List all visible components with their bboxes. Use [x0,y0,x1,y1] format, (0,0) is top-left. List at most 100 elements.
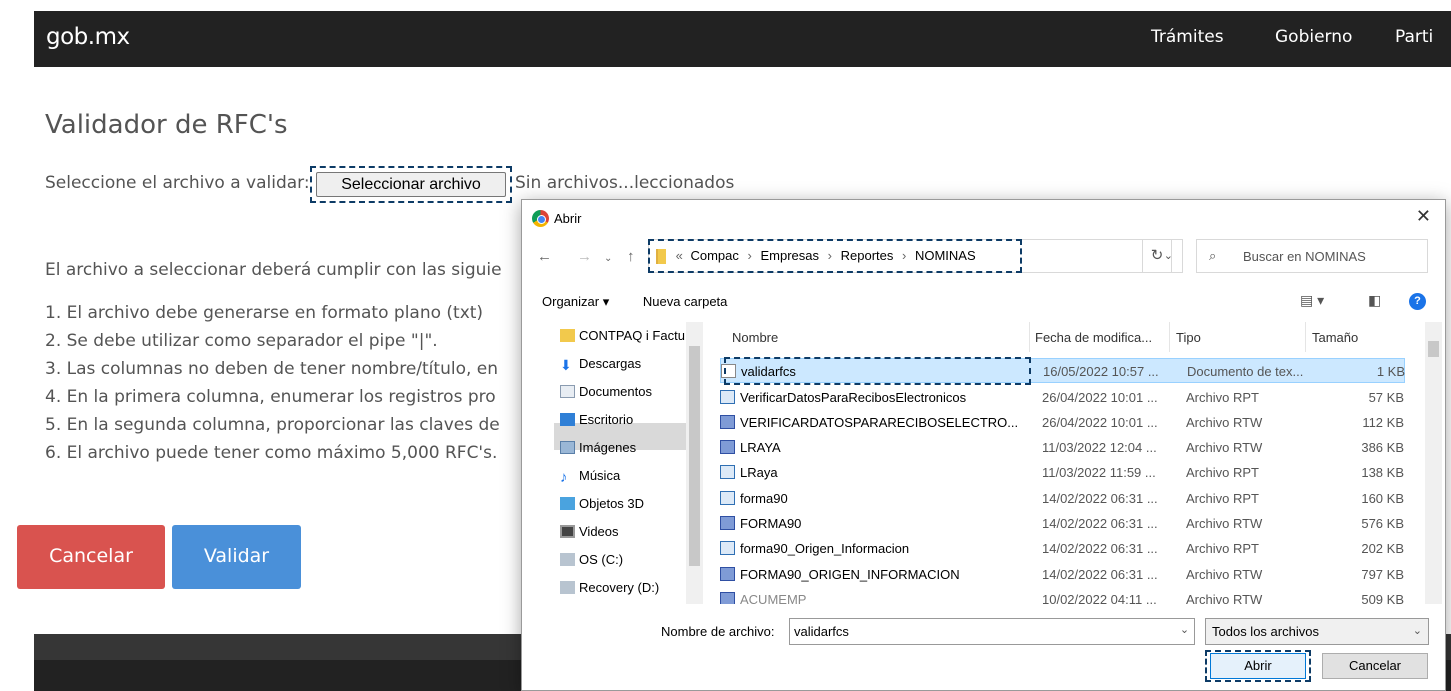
requirement-4: 4. En la primera columna, enumerar los r… [45,387,496,407]
documents-icon [560,385,575,398]
file-row[interactable]: FORMA90 14/02/2022 06:31 ... Archivo RTW 57… [720,511,1405,536]
preview-pane-icon[interactable]: ◧ [1368,292,1381,309]
rtw-file-icon [720,440,735,454]
view-options-icon[interactable]: ▤ ▾ [1300,292,1324,309]
recent-dropdown-icon[interactable]: ⌄ [604,253,612,264]
desktop-icon [560,413,575,426]
column-divider [1029,322,1030,352]
breadcrumb[interactable]: « Compac › Empresas › Reportes › NOMINAS [656,248,976,265]
file-row[interactable]: ACUMEMP 10/02/2022 04:11 ... Archivo RTW 50… [720,587,1405,604]
requirement-5: 5. En la segunda columna, proporcionar l… [45,415,500,435]
rpt-file-icon [720,491,735,505]
file-row[interactable]: LRAYA 11/03/2022 12:04 ... Archivo RTW 386 … [720,435,1405,460]
rpt-file-icon [720,465,735,479]
objects-3d-icon [560,497,575,510]
organize-menu[interactable]: Organizar ▾ [542,294,609,309]
open-file-dialog: Abrir ✕ ← → ⌄ ↑ ⌄ « Compac › Empresas › … [521,199,1446,691]
dialog-title: Abrir [554,211,582,226]
help-icon[interactable]: ? [1409,293,1426,310]
search-icon: ⌕ [1209,248,1217,263]
file-row[interactable]: forma90_Origen_Informacion 14/02/2022 06:… [720,536,1405,561]
refresh-icon[interactable]: ↻ [1142,239,1172,273]
new-folder-button[interactable]: Nueva carpeta [643,294,728,309]
tree-item-escritorio[interactable]: Escritorio [560,406,633,434]
tree-item-contpaq[interactable]: CONTPAQ i Factu [560,322,685,350]
requirements-intro: El archivo a seleccionar deberá cumplir … [45,260,502,280]
select-file-button-highlight[interactable]: Seleccionar archivo [310,166,512,203]
column-tamano[interactable]: Tamaño [1312,330,1358,345]
drive-icon [560,581,575,594]
requirement-2: 2. Se debe utilizar como separador el pi… [45,331,438,351]
tree-item-imagenes[interactable]: Imágenes [560,434,636,462]
rtw-file-icon [720,592,735,604]
tree-item-recovery-d[interactable]: Recovery (D:) [560,574,659,602]
file-row[interactable]: VERIFICARDATOSPARARECIBOSELECTRO... 26/04… [720,410,1405,435]
select-file-button[interactable]: Seleccionar archivo [316,172,506,197]
breadcrumb-overflow[interactable]: « [676,248,683,263]
selected-file-highlight [724,357,1031,385]
search-placeholder: Buscar en NOMINAS [1243,249,1366,264]
requirement-3: 3. Las columnas no deben de tener nombre… [45,359,499,379]
gob-mx-logo[interactable]: gob.mx [46,24,130,50]
rpt-file-icon [720,541,735,555]
pictures-icon [560,441,575,454]
filename-input[interactable]: validarfcs [789,618,1195,645]
breadcrumb-separator: › [902,248,907,263]
tree-item-musica[interactable]: ♪ Música [560,462,620,490]
breadcrumb-separator: › [827,248,832,263]
file-list-scrollbar-thumb[interactable] [1428,341,1439,357]
page-title: Validador de RFC's [45,110,288,140]
toolbar: Organizar ▾ Nueva carpeta [542,294,727,310]
filename-label: Nombre de archivo: [661,624,775,639]
nav-participa[interactable]: Parti [1395,27,1433,47]
open-button-highlight [1205,650,1311,682]
column-nombre[interactable]: Nombre [732,330,778,345]
column-tipo[interactable]: Tipo [1176,330,1201,345]
column-divider [1169,322,1170,352]
breadcrumb-nominas[interactable]: NOMINAS [915,248,976,263]
tree-scrollbar-thumb[interactable] [689,346,700,566]
breadcrumb-separator: › [747,248,752,263]
top-navbar: gob.mx Trámites Gobierno Parti [34,11,1451,67]
back-arrow-icon[interactable]: ← [537,248,552,265]
file-type-filter-value: Todos los archivos [1212,624,1319,639]
breadcrumb-reportes[interactable]: Reportes [841,248,894,263]
tree-item-objetos-3d[interactable]: Objetos 3D [560,490,644,518]
rtw-file-icon [720,516,735,530]
requirement-1: 1. El archivo debe generarse en formato … [45,303,484,323]
nav-tramites[interactable]: Trámites [1151,27,1224,47]
rpt-file-icon [720,390,735,404]
file-row[interactable]: VerificarDatosParaRecibosElectronicos 26/… [720,385,1405,410]
filename-dropdown-icon[interactable]: ⌄ [1174,618,1195,645]
drive-icon [560,553,575,566]
folder-icon [656,249,666,265]
file-row[interactable]: FORMA90_ORIGEN_INFORMACION 14/02/2022 06:… [720,562,1405,587]
search-box[interactable]: ⌕ Buscar en NOMINAS [1196,239,1428,273]
tree-item-documentos[interactable]: Documentos [560,378,652,406]
music-icon: ♪ [560,469,568,486]
requirement-6: 6. El archivo puede tener como máximo 5,… [45,443,498,463]
tree-item-videos[interactable]: Videos [560,518,619,546]
nav-gobierno[interactable]: Gobierno [1275,27,1352,47]
cancel-button[interactable]: Cancelar [17,525,165,589]
file-status: Sin archivos...leccionados [515,173,735,193]
file-row[interactable]: LRaya 11/03/2022 11:59 ... Archivo RPT 138 … [720,460,1405,485]
validate-button[interactable]: Validar [172,525,301,589]
download-icon: ⬇ [560,357,572,373]
file-type-filter[interactable]: Todos los archivos ⌄ [1205,618,1429,645]
up-arrow-icon[interactable]: ↑ [627,248,635,265]
breadcrumb-empresas[interactable]: Empresas [761,248,820,263]
forward-arrow-icon[interactable]: → [577,248,592,265]
tree-item-descargas[interactable]: ⬇ Descargas [560,350,641,378]
column-divider [1305,322,1306,352]
file-list-scrollbar[interactable] [1425,322,1442,604]
tree-item-os-c[interactable]: OS (C:) [560,546,623,574]
rtw-file-icon [720,567,735,581]
column-fecha[interactable]: Fecha de modifica... [1035,330,1152,345]
breadcrumb-compac[interactable]: Compac [690,248,738,263]
file-row[interactable]: forma90 14/02/2022 06:31 ... Archivo RPT 16… [720,486,1405,511]
close-icon[interactable]: ✕ [1416,206,1431,227]
rtw-file-icon [720,415,735,429]
folder-icon [560,329,575,342]
dialog-cancel-button[interactable]: Cancelar [1322,653,1428,679]
